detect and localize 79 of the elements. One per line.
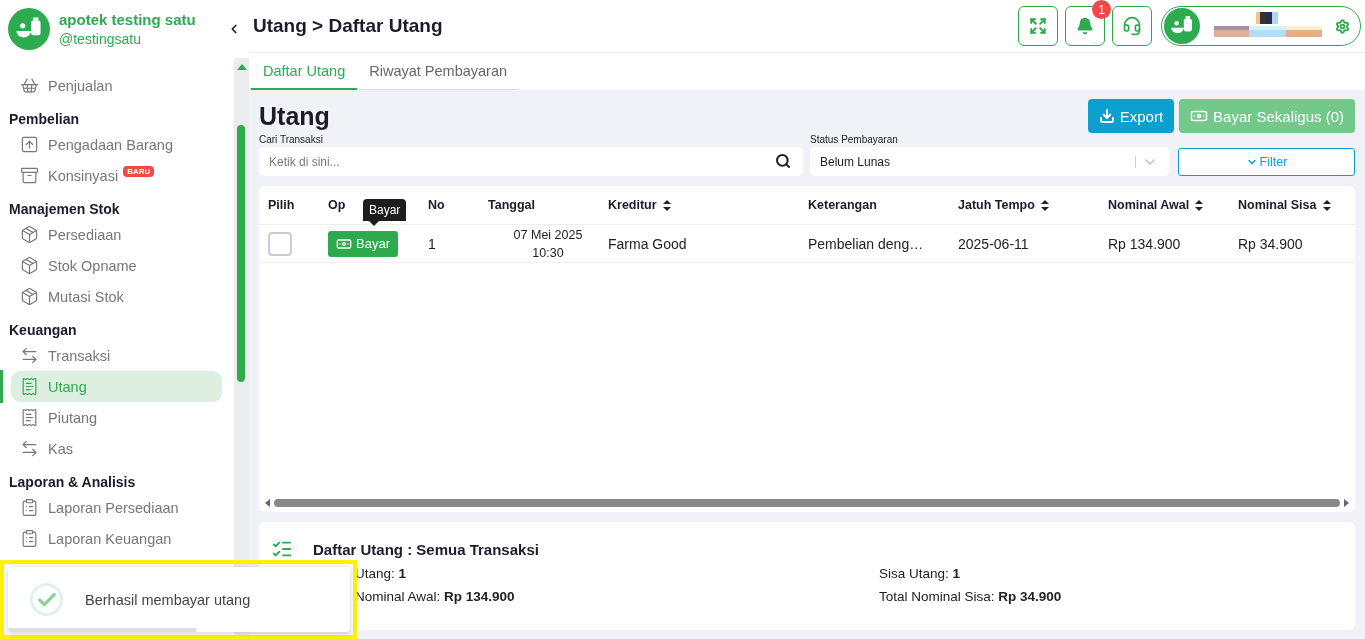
sidebar-item[interactable]: Piutang: [11, 402, 222, 433]
arrows-icon: [20, 346, 39, 365]
column-header: Pilih: [268, 197, 295, 214]
package-icon: [20, 287, 39, 306]
receipt-icon: [20, 377, 39, 396]
sidebar-item[interactable]: Laporan Persediaan: [11, 492, 222, 523]
column-header: Tanggal: [488, 197, 535, 214]
archive-icon: [20, 166, 39, 185]
settings-icon[interactable]: [1335, 18, 1350, 34]
status-select[interactable]: Belum Lunas: [810, 147, 1170, 176]
bell-icon: [1076, 17, 1094, 35]
download-icon: [1098, 108, 1115, 124]
column-header[interactable]: Nominal Awal: [1108, 186, 1204, 224]
package-icon: [20, 256, 39, 275]
sidebar-item[interactable]: Mutasi Stok: [11, 281, 222, 312]
table-cell-text: 2025-06-11: [958, 235, 1030, 252]
sidebar-heading: Manajemen Stok: [8, 200, 121, 219]
search-icon[interactable]: [775, 153, 791, 169]
fullscreen-button[interactable]: [1018, 6, 1058, 46]
table-cell-text: Rp 34.900: [1238, 235, 1304, 252]
logo-icon: [8, 8, 50, 50]
column-header: Keterangan: [808, 197, 877, 214]
breadcrumb: Utang > Daftar Utang: [253, 15, 444, 37]
notification-button[interactable]: [1065, 6, 1105, 46]
brand-handle: @testingsatu: [59, 31, 142, 47]
table-cell-text: Rp 134.900: [1108, 235, 1182, 252]
receipt-icon: [20, 408, 39, 427]
summary-stat: Sisa Utang: 1: [879, 566, 962, 581]
column-header: Op: [328, 197, 346, 214]
filter-button[interactable]: Filter: [1178, 148, 1355, 176]
sidebar-item[interactable]: Penjualan: [11, 70, 222, 101]
page-title: Utang: [259, 101, 331, 131]
expand-icon: [1029, 17, 1047, 35]
sidebar-item[interactable]: Konsinyasi BARU: [11, 160, 222, 191]
table-cell-text: 1: [428, 235, 437, 252]
sort-icon[interactable]: [1195, 199, 1204, 211]
sidebar-heading: Keuangan: [8, 321, 78, 340]
field-label: Cari Transaksi: [259, 134, 324, 145]
toast-message: Berhasil membayar utang: [85, 591, 251, 608]
column-header[interactable]: Nominal Sisa: [1238, 186, 1331, 224]
package-icon: [20, 225, 39, 244]
table-cell-text: Farma Good: [608, 235, 688, 252]
clipboard-icon: [20, 498, 39, 517]
sidebar-item[interactable]: Kas: [11, 433, 222, 464]
column-header: No: [428, 197, 445, 214]
sidebar-item[interactable]: Persediaan: [11, 219, 222, 250]
field-label: Status Pembayaran: [810, 134, 899, 145]
clipboard-icon: [20, 529, 39, 548]
active-indicator: [0, 370, 3, 403]
sidebar-item[interactable]: Utang: [11, 371, 222, 402]
sidebar-heading: Laporan & Analisis: [8, 473, 137, 492]
sidebar-item[interactable]: Laporan Keuangan: [11, 523, 222, 554]
check-icon: [30, 583, 63, 616]
headset-icon: [1122, 16, 1142, 36]
logo-icon: [1164, 8, 1200, 44]
basket-icon: [20, 76, 39, 95]
column-header[interactable]: Jatuh Tempo: [958, 186, 1049, 224]
sidebar-item[interactable]: Stok Opname: [11, 250, 222, 281]
sort-icon[interactable]: [662, 199, 671, 211]
row-checkbox[interactable]: [268, 231, 292, 256]
sidebar-heading: Pembelian: [8, 110, 81, 129]
brand-name: apotek testing satu: [59, 11, 196, 28]
summary-stat: Total Nominal Sisa: Rp 34.900: [879, 589, 1063, 604]
tooltip: Bayar: [363, 199, 407, 226]
sidebar-item[interactable]: Pengadaan Barang: [11, 129, 222, 160]
support-button[interactable]: [1112, 6, 1152, 46]
arrows-icon: [20, 439, 39, 458]
summary-title: Daftar Utang : Semua Transaksi: [313, 540, 539, 558]
new-badge: BARU: [123, 166, 155, 177]
column-header[interactable]: Kreditur: [608, 186, 671, 224]
sort-icon[interactable]: [1322, 199, 1331, 211]
date-cell-text: 07 Mei 2025 10:30: [512, 226, 584, 262]
table-cell-text: Pembelian deng…: [808, 235, 925, 252]
sort-icon[interactable]: [1040, 199, 1049, 211]
sidebar-item[interactable]: Transaksi: [11, 340, 222, 371]
pay-button[interactable]: Bayar: [328, 230, 398, 257]
search-field[interactable]: Ketik di sini...: [259, 147, 803, 176]
notification-count: 1: [1092, 0, 1111, 19]
export-button[interactable]: Export: [1087, 99, 1175, 133]
